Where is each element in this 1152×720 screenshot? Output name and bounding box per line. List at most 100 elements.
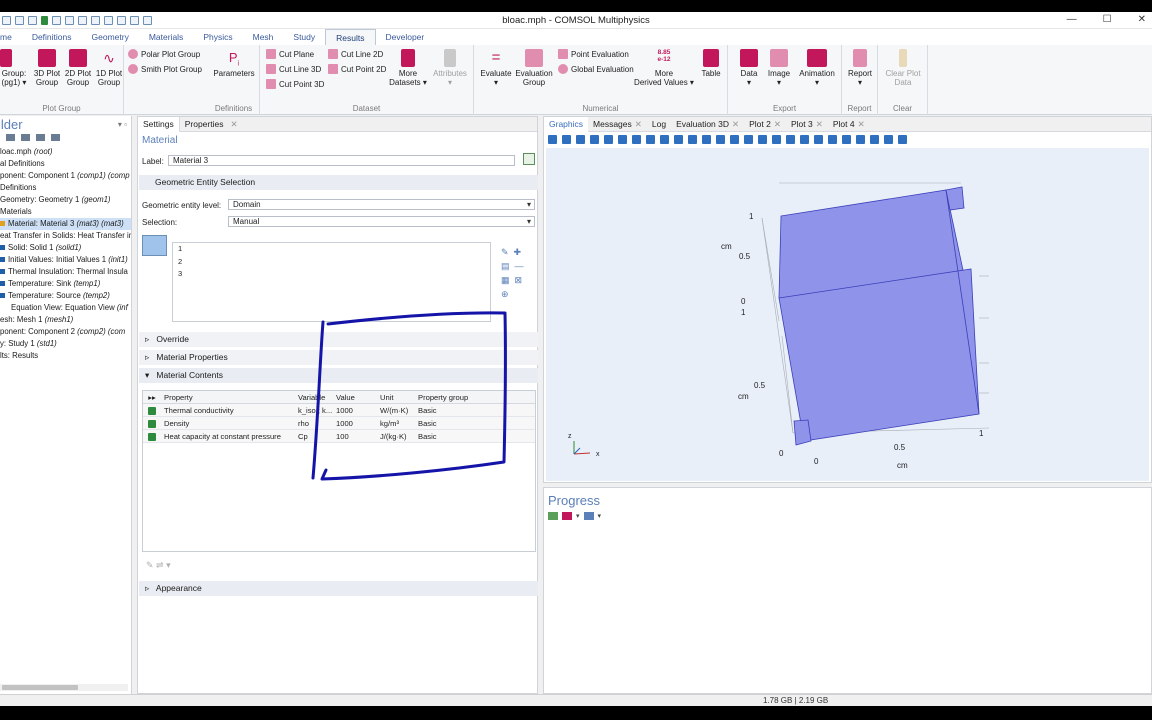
- column-value[interactable]: Value: [334, 391, 378, 403]
- cut-point-2d-button[interactable]: Cut Point 2D: [328, 64, 386, 74]
- image-button[interactable]: Image ▾: [764, 49, 794, 87]
- move-icon[interactable]: [604, 135, 613, 144]
- selection-list[interactable]: 1 2 3: [172, 242, 491, 322]
- zoom-in-icon[interactable]: [548, 135, 557, 144]
- settings-icon[interactable]: [583, 512, 594, 520]
- tab-settings[interactable]: Settings: [138, 117, 180, 132]
- select-edges-icon[interactable]: [772, 135, 781, 144]
- value-cell[interactable]: 100: [334, 430, 378, 442]
- grid-icon[interactable]: [842, 135, 851, 144]
- expand-all-icon[interactable]: ▸▸: [143, 391, 161, 403]
- more-datasets-button[interactable]: More Datasets ▾: [388, 49, 428, 87]
- export-icon[interactable]: [898, 135, 907, 144]
- close-icon[interactable]: ✕: [816, 119, 823, 129]
- select-boundaries-icon[interactable]: [758, 135, 767, 144]
- axis-zx-icon[interactable]: [646, 135, 655, 144]
- transparency-icon[interactable]: [702, 135, 711, 144]
- tree-node-mesh[interactable]: esh: Mesh 1 (mesh1): [0, 314, 131, 326]
- value-cell[interactable]: 1000: [334, 404, 378, 416]
- print-icon[interactable]: [870, 135, 879, 144]
- collapse-icon[interactable]: [21, 134, 30, 141]
- tree-node-definitions[interactable]: Definitions: [0, 182, 131, 194]
- tree-node-heat-transfer[interactable]: eat Transfer in Solids: Heat Transfer in: [0, 230, 131, 242]
- column-property-group[interactable]: Property group: [416, 391, 531, 403]
- more-derived-values-button[interactable]: 8.85 e-12 More Derived Values ▾: [634, 49, 694, 87]
- tree-node-initial-values[interactable]: Initial Values: Initial Values 1 (init1): [0, 254, 131, 266]
- close-icon[interactable]: ✕: [228, 117, 239, 132]
- column-unit[interactable]: Unit: [378, 391, 416, 403]
- selection-item[interactable]: 2: [173, 256, 490, 269]
- tab-geometry[interactable]: Geometry: [82, 29, 139, 45]
- tab-plot-4[interactable]: Plot 4 ✕: [828, 117, 870, 132]
- tab-evaluation-3d[interactable]: Evaluation 3D ✕: [671, 117, 744, 132]
- tree-node-material-3[interactable]: Material: Material 3 (mat3) (mat3): [0, 218, 131, 230]
- wireframe-icon[interactable]: [716, 135, 725, 144]
- cut-point-3d-button[interactable]: Cut Point 3D: [266, 79, 324, 89]
- selection-list-icon[interactable]: [856, 135, 865, 144]
- zoom-out-icon[interactable]: [562, 135, 571, 144]
- material-contents-header[interactable]: ▾ Material Contents: [139, 368, 538, 383]
- value-cell[interactable]: 1000: [334, 417, 378, 429]
- clear-plot-data-button[interactable]: Clear Plot Data: [880, 49, 926, 87]
- group-button[interactable]: Group: (pg1) ▾: [0, 49, 28, 87]
- report-button[interactable]: Report ▾: [844, 49, 876, 87]
- tree-node-study[interactable]: y: Study 1 (std1): [0, 338, 131, 350]
- show-icon[interactable]: [6, 134, 15, 141]
- tree-node-component-1[interactable]: ponent: Component 1 (comp1) (comp: [0, 170, 131, 182]
- close-icon[interactable]: ✕: [732, 119, 739, 129]
- 3d-plot-group-button[interactable]: 3D Plot Group: [31, 49, 63, 87]
- panel-menu-icon[interactable]: ▾ ▫: [118, 120, 127, 129]
- log-icon[interactable]: [548, 512, 558, 520]
- close-button[interactable]: ✕: [1138, 14, 1146, 25]
- 2d-plot-group-button[interactable]: 2D Plot Group: [62, 49, 94, 87]
- tree-node-results[interactable]: lts: Results: [0, 350, 131, 362]
- dropdown-icon[interactable]: ▾: [576, 512, 580, 520]
- tree-node-thermal-insulation[interactable]: Thermal Insulation: Thermal Insula: [0, 266, 131, 278]
- table-row[interactable]: Thermal conductivity k_iso ; k... 1000 W…: [143, 404, 535, 417]
- select-domains-icon[interactable]: [744, 135, 753, 144]
- close-icon[interactable]: ✕: [774, 119, 781, 129]
- tab-study[interactable]: Study: [283, 29, 325, 45]
- tab-developer[interactable]: Developer: [376, 29, 435, 45]
- close-icon[interactable]: ✕: [635, 119, 642, 129]
- tree-node-component-2[interactable]: ponent: Component 2 (comp2) (com: [0, 326, 131, 338]
- view-icon[interactable]: [814, 135, 823, 144]
- material-domain-body[interactable]: [778, 186, 980, 446]
- selection-item[interactable]: 1: [173, 243, 490, 256]
- tab-log[interactable]: Log: [647, 117, 671, 132]
- point-evaluation-button[interactable]: Point Evaluation: [558, 49, 629, 59]
- selection-select[interactable]: Manual: [228, 216, 535, 227]
- tab-plot-2[interactable]: Plot 2 ✕: [744, 117, 786, 132]
- evaluation-group-button[interactable]: Evaluation Group: [514, 49, 554, 87]
- global-evaluation-button[interactable]: Global Evaluation: [558, 64, 634, 74]
- edit-tools-icon[interactable]: ✎ ⇌ ▾: [146, 560, 171, 571]
- stop-icon[interactable]: [562, 512, 572, 520]
- zoom-box-icon[interactable]: [576, 135, 585, 144]
- tab-properties[interactable]: Properties: [180, 117, 229, 132]
- copy-selection-icon[interactable]: ▤ —: [501, 259, 524, 273]
- animation-button[interactable]: Animation ▾: [794, 49, 840, 87]
- tab-mesh[interactable]: Mesh: [243, 29, 284, 45]
- camera-icon[interactable]: [884, 135, 893, 144]
- column-variable[interactable]: Variable: [296, 391, 334, 403]
- tree-node-geometry[interactable]: Geometry: Geometry 1 (geom1): [0, 194, 131, 206]
- maximize-button[interactable]: ☐: [1103, 14, 1112, 25]
- tab-results[interactable]: Results: [325, 29, 376, 45]
- polar-plot-group-button[interactable]: Polar Plot Group: [128, 49, 200, 59]
- minimize-button[interactable]: —: [1067, 14, 1077, 25]
- close-icon[interactable]: ✕: [858, 119, 865, 129]
- attributes-button[interactable]: Attributes ▾: [430, 49, 470, 87]
- material-properties-header[interactable]: ▹ Material Properties: [139, 350, 538, 365]
- tab-materials[interactable]: Materials: [139, 29, 193, 45]
- rotate-icon[interactable]: [660, 135, 669, 144]
- data-button[interactable]: Data ▾: [732, 49, 766, 87]
- tab-definitions[interactable]: Definitions: [22, 29, 82, 45]
- tab-home[interactable]: me: [0, 29, 22, 45]
- appearance-header[interactable]: ▹ Appearance: [139, 581, 538, 596]
- tab-physics[interactable]: Physics: [193, 29, 242, 45]
- select-objects-icon[interactable]: [730, 135, 739, 144]
- tree-node-solid-1[interactable]: Solid: Solid 1 (solid1): [0, 242, 131, 254]
- tab-plot-3[interactable]: Plot 3 ✕: [786, 117, 828, 132]
- paste-selection-icon[interactable]: ✎ ✚: [501, 245, 524, 259]
- parameters-button[interactable]: Pi Parameters: [212, 49, 256, 78]
